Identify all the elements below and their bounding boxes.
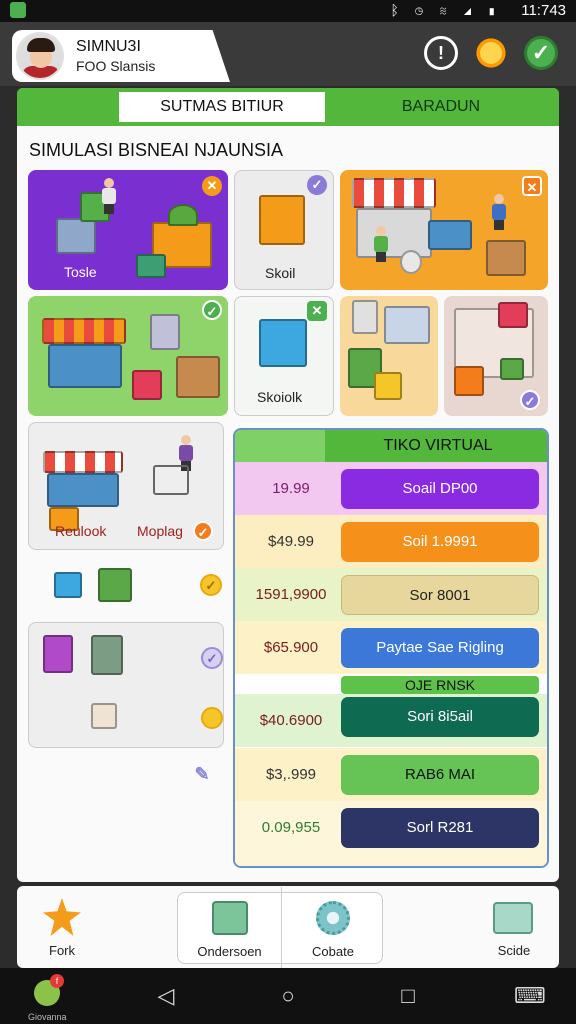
tile-green-check-icon[interactable]: ✓ bbox=[202, 300, 222, 320]
main-panel: SUTMAS BITIUR BARADUN SIMULASI BISNEAI N… bbox=[17, 88, 559, 882]
shop-header: TIKO VIRTUAL bbox=[235, 430, 547, 462]
tile-shelf[interactable]: ✓ bbox=[444, 296, 548, 416]
tab-bar: SUTMAS BITIUR BARADUN bbox=[17, 88, 559, 126]
tile-orange-check-icon[interactable]: ✓ bbox=[193, 521, 213, 541]
profile-card[interactable]: SIMNU3I FOO Slansis bbox=[12, 30, 230, 82]
nav-label-cobate: Cobate bbox=[312, 944, 354, 959]
tile-purple-check-icon[interactable]: ✓ bbox=[520, 390, 540, 410]
tile-tosle[interactable]: ✕ Tosle bbox=[28, 170, 228, 290]
player-name: SIMNU3I bbox=[76, 38, 141, 55]
tile-orange-badge-icon[interactable]: ✕ bbox=[202, 176, 222, 196]
nav-group: Ondersoen Cobate bbox=[177, 887, 383, 969]
shop-divider-label: OJE RNSK bbox=[341, 676, 539, 694]
star-icon bbox=[43, 898, 81, 936]
card-icon bbox=[493, 902, 533, 934]
tile-label-skoil: Skoil bbox=[265, 265, 296, 281]
status-bar: ᛒ ◷ ≋ ◢ ▮ 11:743 bbox=[0, 0, 576, 22]
tile-label-tosle: Tosle bbox=[64, 264, 97, 280]
check-icon[interactable]: ✓ bbox=[524, 36, 558, 70]
nav-fork[interactable]: Fork bbox=[27, 886, 97, 968]
shop-buy-button[interactable]: Soil 1.9991 bbox=[341, 522, 539, 562]
shop-buy-button[interactable]: Sorl R281 bbox=[341, 808, 539, 848]
gear-icon bbox=[316, 901, 350, 935]
virtual-shop: TIKO VIRTUAL 19.99 Soail DP00 $49.99 Soi… bbox=[233, 428, 549, 868]
shop-row: $65.900 Paytae Sae Rigling bbox=[235, 621, 547, 674]
shop-row: 19.99 Soail DP00 bbox=[235, 462, 547, 515]
tile-close-green-icon[interactable]: ✕ bbox=[307, 301, 327, 321]
tile-reulook-moplag[interactable]: Reulook Moplag ✓ bbox=[28, 422, 224, 550]
tile-shop-scene[interactable]: ✕ bbox=[340, 170, 548, 290]
tile-label-moplag: Moplag bbox=[137, 523, 183, 539]
recents-icon[interactable]: □ bbox=[394, 982, 422, 1010]
shop-row: $3,.999 RAB6 MAI bbox=[235, 748, 547, 801]
shop-title: TIKO VIRTUAL bbox=[383, 437, 493, 454]
shop-price: $3,.999 bbox=[265, 766, 317, 783]
shop-price: 19.99 bbox=[272, 480, 310, 497]
sun-icon[interactable] bbox=[474, 36, 508, 70]
tile-market[interactable]: ✓ bbox=[28, 296, 228, 416]
tile-close-badge-icon[interactable]: ✕ bbox=[522, 176, 542, 196]
shop-tag-icon bbox=[235, 430, 325, 462]
tile-skoil[interactable]: ✓ Skoil bbox=[234, 170, 334, 290]
nav-cobate[interactable]: Cobate bbox=[282, 887, 384, 969]
shop-row: 1591,9900 Sor 8001 bbox=[235, 568, 547, 621]
item-gold-coin-icon[interactable]: ✓ bbox=[200, 574, 222, 596]
tab-baradun[interactable]: BARADUN bbox=[327, 92, 555, 122]
tile-purple-badge-icon[interactable]: ✓ bbox=[307, 175, 327, 195]
nav-label-scide: Scide bbox=[497, 943, 531, 958]
clock: 11:743 bbox=[521, 2, 566, 19]
item-purple-check-icon[interactable]: ✓ bbox=[201, 647, 223, 669]
shop-row: $49.99 Soil 1.9991 bbox=[235, 515, 547, 568]
shop-row: 0.09,955 Sorl R281 bbox=[235, 801, 547, 866]
tile-label-skoiolk: Skoiolk bbox=[257, 389, 303, 405]
shop-buy-button[interactable]: Paytae Sae Rigling bbox=[341, 628, 539, 668]
avatar bbox=[16, 32, 64, 80]
page-title: SIMULASI BISNEAI NJAUNSIA bbox=[29, 140, 284, 160]
shop-price: 1591,9900 bbox=[255, 586, 327, 603]
shop-buy-button[interactable]: Sori 8i5ail bbox=[341, 697, 539, 737]
item-list-2: ✓ bbox=[28, 622, 224, 748]
header: SIMNU3I FOO Slansis ! ✓ bbox=[0, 22, 576, 86]
shop-price: $65.900 bbox=[263, 639, 319, 656]
app-notification-icon bbox=[10, 2, 26, 18]
nav-ondersoen[interactable]: Ondersoen bbox=[178, 887, 282, 969]
shop-price: $49.99 bbox=[268, 533, 314, 550]
nav-scide[interactable]: Scide bbox=[479, 886, 549, 968]
shop-row: $40.6900 Sori 8i5ail bbox=[235, 694, 547, 747]
app-label: Giovanna bbox=[28, 1012, 67, 1022]
player-subtitle: FOO Slansis bbox=[76, 58, 156, 74]
tile-cashier[interactable] bbox=[340, 296, 438, 416]
item-gold-icon[interactable] bbox=[201, 707, 223, 729]
shop-price: 0.09,955 bbox=[261, 819, 321, 836]
home-icon[interactable]: ○ bbox=[274, 982, 302, 1010]
shop-price: $40.6900 bbox=[259, 712, 323, 729]
back-icon[interactable]: ◁ bbox=[152, 982, 180, 1010]
nav-label-ondersoen: Ondersoen bbox=[197, 944, 262, 959]
shop-buy-button[interactable]: Sor 8001 bbox=[341, 575, 539, 615]
shop-buy-button[interactable]: Soail DP00 bbox=[341, 469, 539, 509]
tab-sutmas-bitiur[interactable]: SUTMAS BITIUR bbox=[119, 92, 325, 122]
nav-label-fork: Fork bbox=[49, 943, 75, 958]
calendar-icon bbox=[212, 901, 248, 935]
pencil-icon[interactable]: ✎ bbox=[191, 764, 213, 786]
shop-buy-button[interactable]: RAB6 MAI bbox=[341, 755, 539, 795]
bottom-nav: Fork Ondersoen Cobate Scide bbox=[17, 886, 559, 969]
app-logo-icon[interactable]: f bbox=[34, 974, 64, 1006]
keyboard-icon[interactable]: ⌨ bbox=[514, 982, 546, 1010]
status-icons: ᛒ ◷ ≋ ◢ ▮ bbox=[390, 2, 502, 18]
tile-skoiolk[interactable]: ✕ Skoiolk bbox=[234, 296, 334, 416]
tile-label-reulook: Reulook bbox=[55, 523, 107, 539]
info-icon[interactable]: ! bbox=[424, 36, 458, 70]
system-nav-bar: ◁ ○ □ ⌨ bbox=[0, 968, 576, 1024]
item-list-1: ✓ bbox=[28, 558, 224, 618]
